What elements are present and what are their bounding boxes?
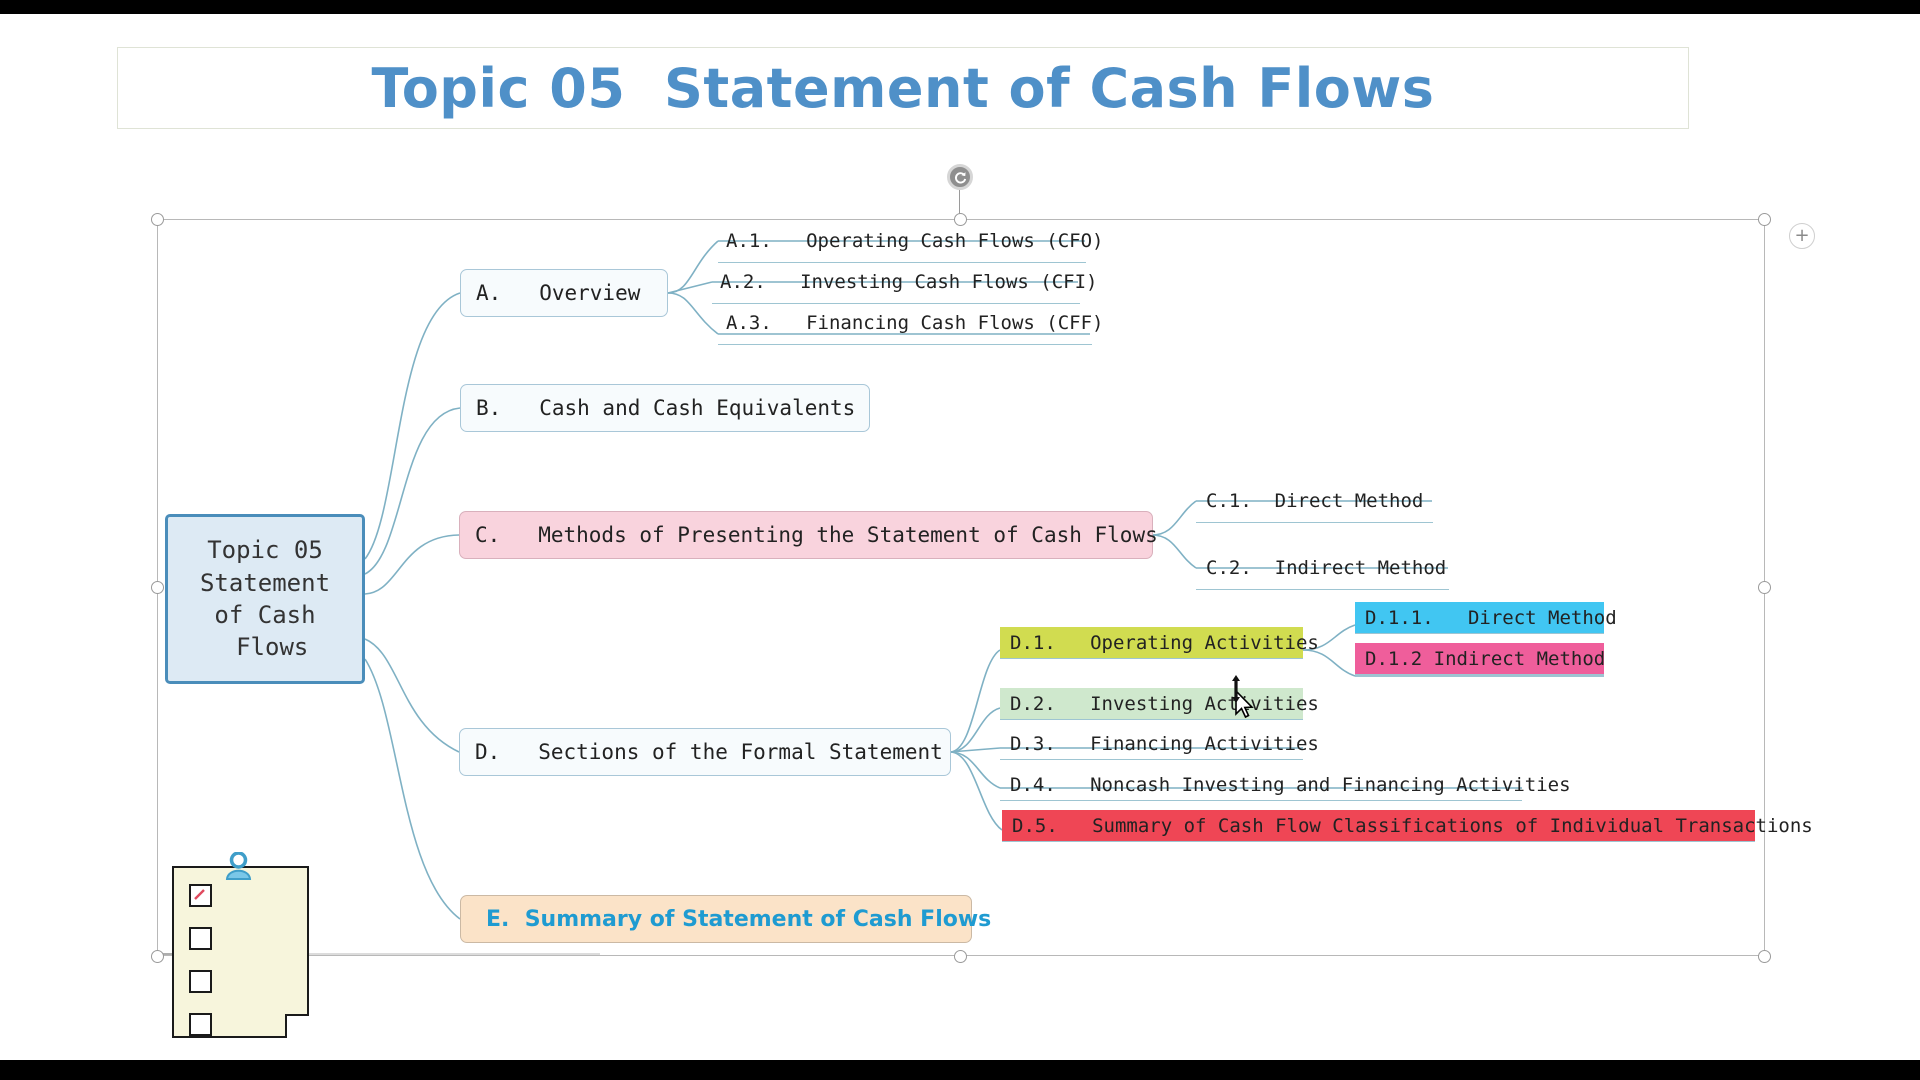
handle-top-center[interactable] <box>954 213 967 226</box>
page-title: Topic 05 Statement of Cash Flows <box>371 56 1435 120</box>
handle-bottom-center[interactable] <box>954 950 967 963</box>
node-d-1-1[interactable]: D.1.1. Direct Method <box>1355 602 1617 634</box>
note-checkbox-4[interactable] <box>189 1013 212 1036</box>
slide-canvas[interactable]: Topic 05 Statement of Cash Flows Topic 0… <box>0 14 1920 1060</box>
handle-bottom-left[interactable] <box>151 950 164 963</box>
handle-middle-left[interactable] <box>151 581 164 594</box>
node-a-2[interactable]: A.2. Investing Cash Flows (CFI) <box>712 260 1098 304</box>
note-checkbox-2[interactable] <box>189 927 212 950</box>
node-d-3[interactable]: D.3. Financing Activities <box>1000 728 1319 760</box>
node-d-5[interactable]: D.5. Summary of Cash Flow Classification… <box>1002 810 1813 842</box>
central-line-3: of Cash <box>214 601 316 629</box>
handle-middle-right[interactable] <box>1758 581 1771 594</box>
node-b[interactable]: B. Cash and Cash Equivalents <box>460 384 870 432</box>
central-line-4: Flows <box>221 633 309 662</box>
handle-top-left[interactable] <box>151 213 164 226</box>
clip-icon <box>225 852 252 880</box>
mindmap-central-node[interactable]: Topic 05 Statement of Cash Flows <box>165 514 365 684</box>
node-c-2[interactable]: C.2. Indirect Method <box>1196 546 1449 590</box>
page-fold-corner <box>285 1014 309 1038</box>
note-checkbox-3[interactable] <box>189 970 212 993</box>
node-d-2[interactable]: D.2. Investing Activities <box>1000 688 1319 720</box>
screen: Topic 05 Statement of Cash Flows Topic 0… <box>0 0 1920 1080</box>
node-a-3[interactable]: A.3. Financing Cash Flows (CFF) <box>718 301 1104 345</box>
node-a-1[interactable]: A.1. Operating Cash Flows (CFO) <box>718 219 1104 263</box>
note-paper <box>172 866 309 1038</box>
node-c[interactable]: C. Methods of Presenting the Statement o… <box>459 511 1158 559</box>
node-d-1-2[interactable]: D.1.2 Indirect Method <box>1355 643 1605 675</box>
node-c-1[interactable]: C.1. Direct Method <box>1196 479 1433 523</box>
node-e[interactable]: E. Summary of Statement of Cash Flows <box>460 895 991 943</box>
slide-title-placeholder[interactable]: Topic 05 Statement of Cash Flows <box>117 47 1689 129</box>
central-line-2: Statement <box>199 568 331 597</box>
add-topic-button[interactable]: + <box>1789 223 1815 249</box>
handle-top-right[interactable] <box>1758 213 1771 226</box>
checklist-note[interactable] <box>172 852 309 1038</box>
node-d-1[interactable]: D.1. Operating Activities <box>1000 627 1319 659</box>
note-checkbox-1[interactable] <box>189 884 212 907</box>
handle-bottom-right[interactable] <box>1758 950 1771 963</box>
node-a[interactable]: A. Overview <box>460 269 668 317</box>
rotate-handle-icon[interactable] <box>947 164 973 190</box>
node-d[interactable]: D. Sections of the Formal Statement <box>459 728 951 776</box>
node-d-4[interactable]: D.4. Noncash Investing and Financing Act… <box>1000 769 1571 801</box>
central-line-1: Topic 05 <box>207 536 323 565</box>
